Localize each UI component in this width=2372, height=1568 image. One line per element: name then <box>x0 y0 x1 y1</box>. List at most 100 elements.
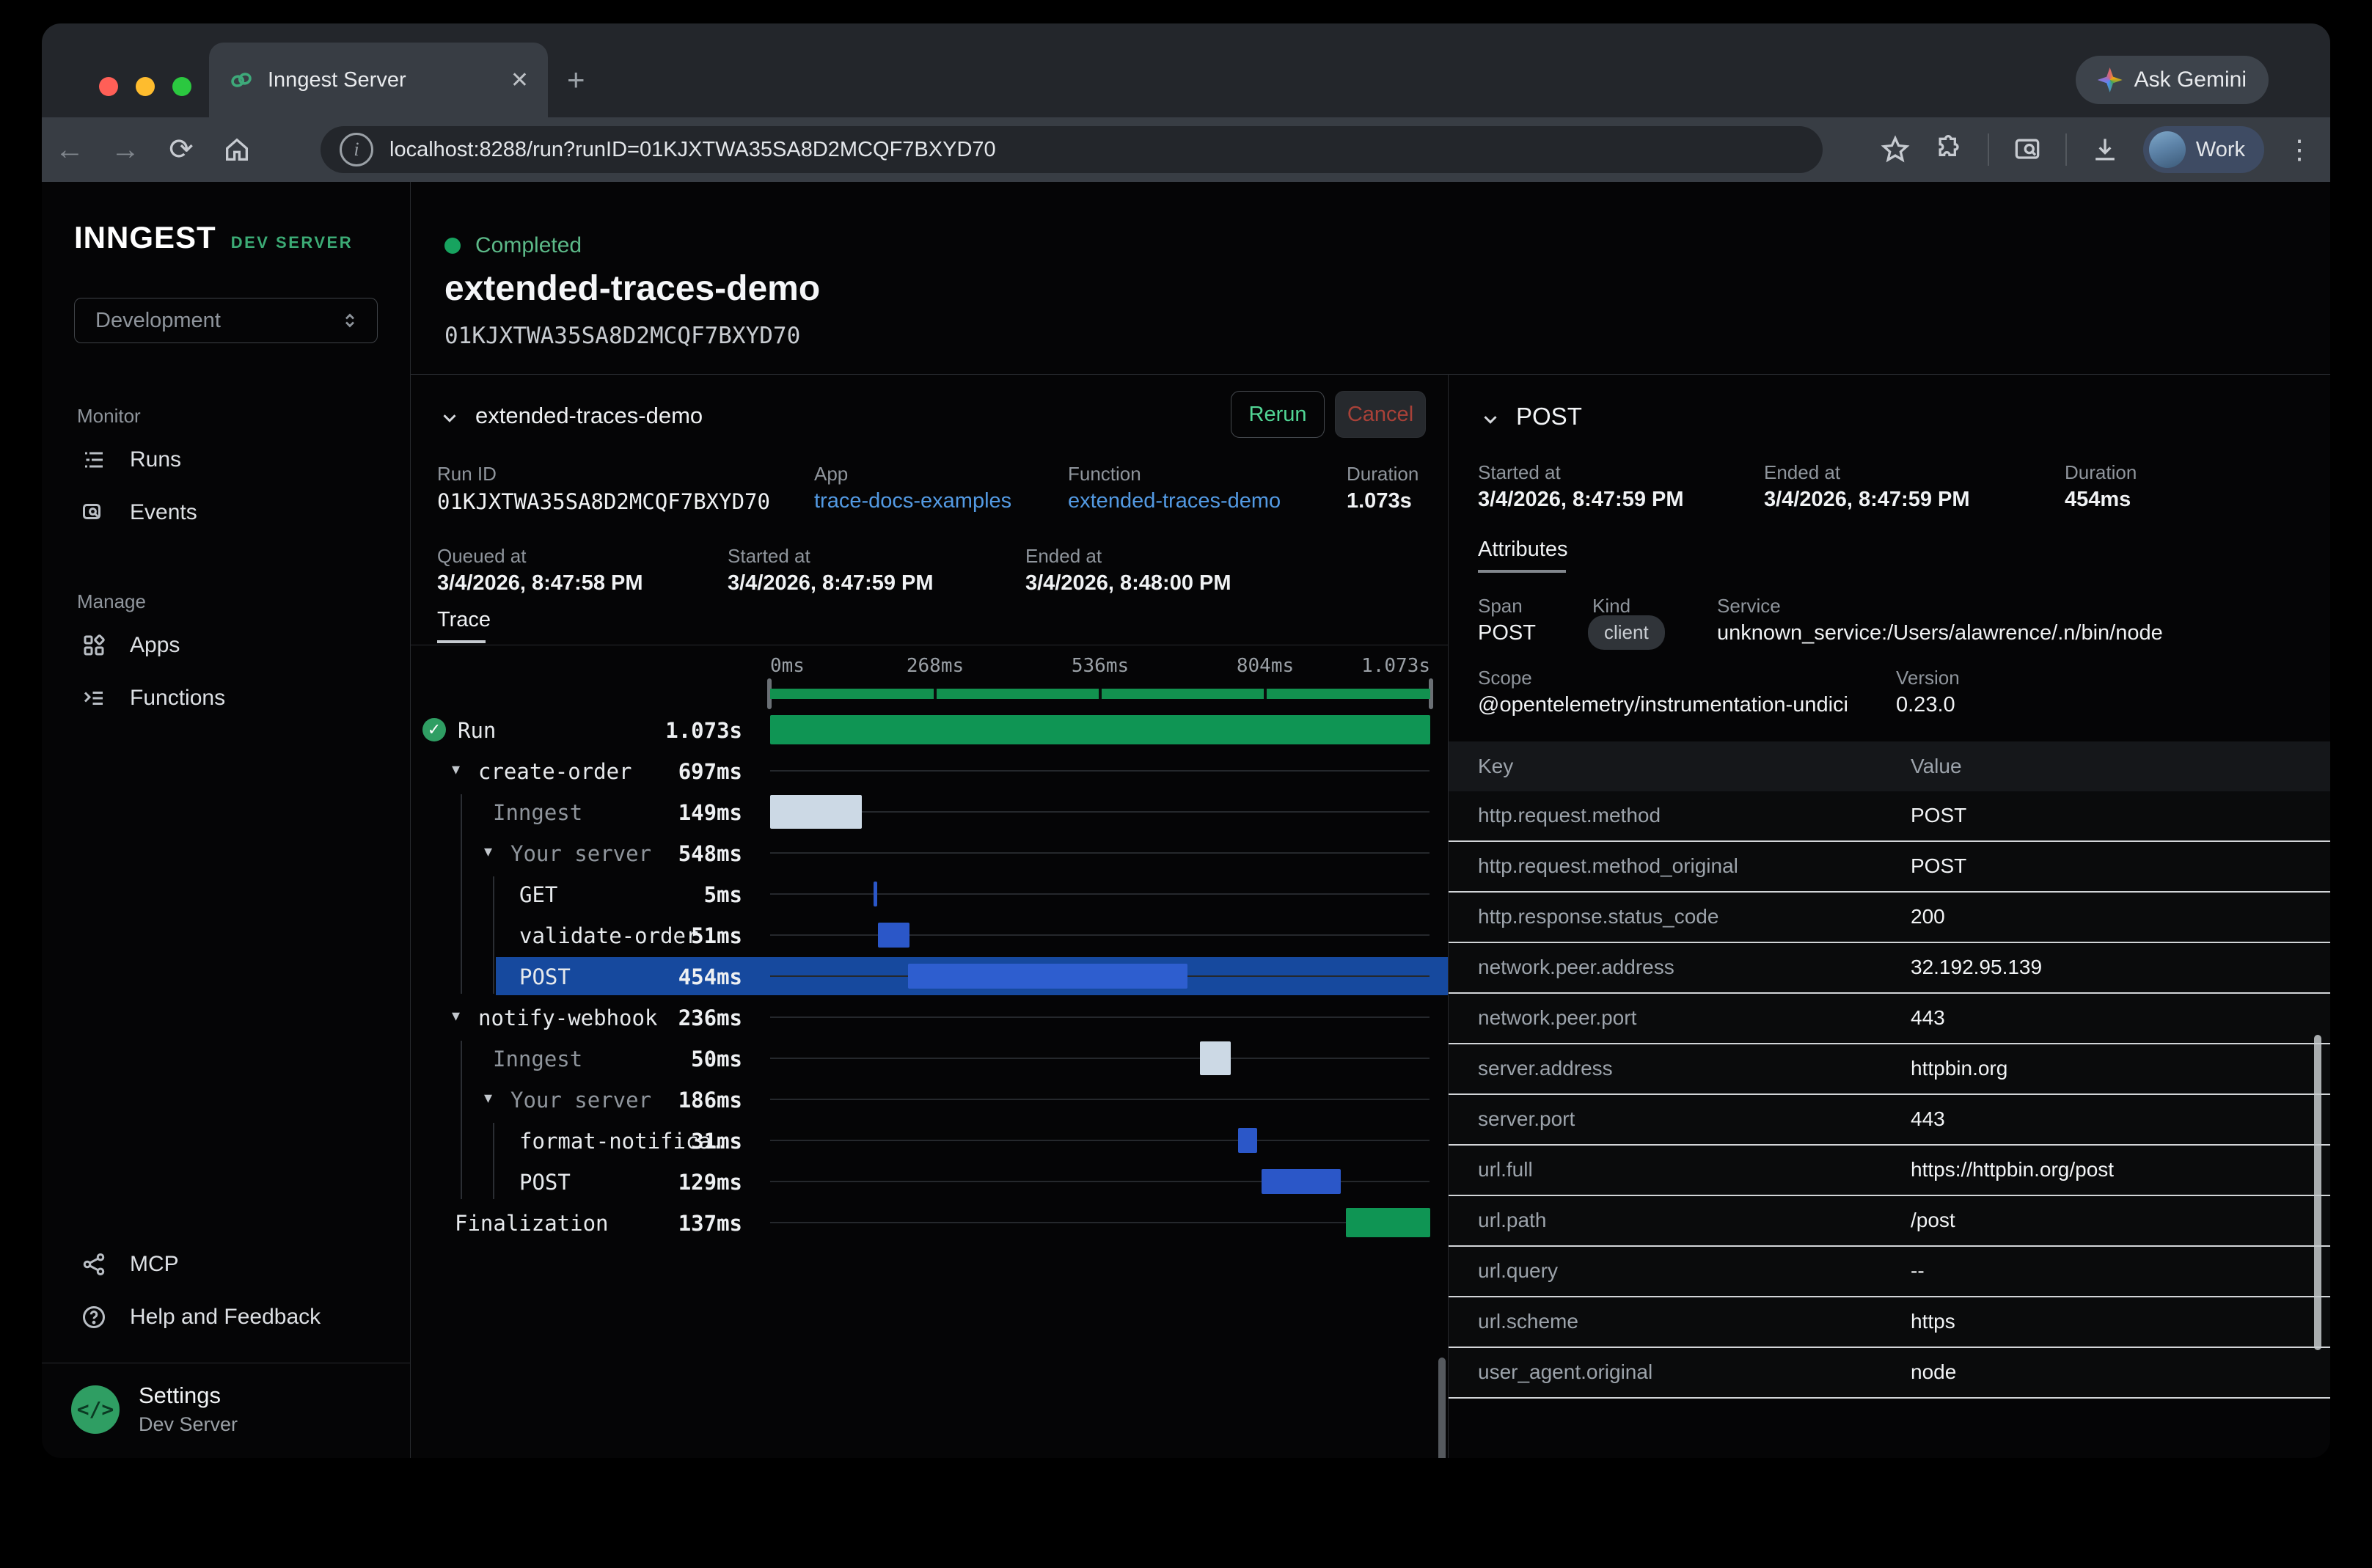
kind-label: Kind <box>1592 595 1630 618</box>
sidebar-item-functions[interactable]: Functions <box>42 672 410 725</box>
trace-row-notify-webhook[interactable]: ▾notify-webhook236ms <box>411 997 1448 1038</box>
close-window-button[interactable] <box>99 77 118 96</box>
attribute-row-network-peer-address[interactable]: network.peer.address32.192.95.139 <box>1449 943 2330 994</box>
span-bar[interactable] <box>908 964 1187 989</box>
function-link[interactable]: extended-traces-demo <box>1068 489 1281 513</box>
tab-attributes-underline <box>1478 570 1566 573</box>
minimap-tick <box>1099 689 1102 699</box>
search-tabs-icon[interactable] <box>2011 133 2043 166</box>
browser-menu-icon[interactable]: ⋮ <box>2286 134 2313 165</box>
url-text[interactable]: localhost:8288/run?runID=01KJXTWA35SA8D2… <box>389 138 996 162</box>
span-bar[interactable] <box>1346 1208 1430 1237</box>
attribute-row-server-address[interactable]: server.addresshttpbin.org <box>1449 1044 2330 1095</box>
sidebar-item-apps[interactable]: Apps <box>42 619 410 672</box>
home-button[interactable] <box>209 135 265 164</box>
attribute-key: http.response.status_code <box>1478 905 1718 928</box>
attribute-row-http-response-status-code[interactable]: http.response.status_code200 <box>1449 893 2330 943</box>
browser-tab[interactable]: Inngest Server ✕ <box>209 43 548 117</box>
trace-row-run[interactable]: ✓Run1.073s <box>411 709 1448 750</box>
attribute-row-url-path[interactable]: url.path/post <box>1449 1196 2330 1247</box>
sidebar-item-runs[interactable]: Runs <box>42 433 410 486</box>
span-bar[interactable] <box>770 795 862 829</box>
timeline-tick: 804ms <box>1207 655 1324 677</box>
attribute-row-http-request-method-original[interactable]: http.request.method_originalPOST <box>1449 842 2330 893</box>
span-bar[interactable] <box>1238 1128 1257 1153</box>
sidebar-item-settings[interactable]: </> Settings Dev Server <box>42 1363 410 1458</box>
minimize-window-button[interactable] <box>136 77 155 96</box>
trace-row-inngest[interactable]: Inngest149ms <box>411 791 1448 832</box>
duration-label: Duration <box>1347 463 1419 486</box>
sidebar-item-mcp[interactable]: MCP <box>42 1238 410 1291</box>
tab-close-icon[interactable]: ✕ <box>510 67 529 93</box>
back-button[interactable]: ← <box>42 133 98 166</box>
attribute-row-network-peer-port[interactable]: network.peer.port443 <box>1449 994 2330 1044</box>
trace-row-inngest[interactable]: Inngest50ms <box>411 1038 1448 1079</box>
span-label: Span <box>1478 595 1523 618</box>
trace-row-create-order[interactable]: ▾create-order697ms <box>411 750 1448 791</box>
span-started-value: 3/4/2026, 8:47:59 PM <box>1478 488 1684 512</box>
span-duration: 137ms <box>411 1211 742 1236</box>
reload-button[interactable]: ⟳ <box>153 133 209 166</box>
value-header: Value <box>1911 755 1962 778</box>
span-bar[interactable] <box>878 923 909 948</box>
trace-row-post[interactable]: POST454ms <box>411 956 1448 997</box>
span-collapse-chevron-icon[interactable] <box>1479 409 1501 431</box>
downloads-icon[interactable] <box>2089 133 2121 166</box>
dev-server-badge: DEV SERVER <box>231 233 353 252</box>
attributes-scrollbar-thumb[interactable] <box>2314 1035 2321 1350</box>
trace-row-post[interactable]: POST129ms <box>411 1161 1448 1202</box>
site-info-icon[interactable]: i <box>340 133 373 166</box>
timeline-tick: 536ms <box>1042 655 1159 677</box>
tab-trace-underline <box>437 640 486 643</box>
apps-icon <box>80 632 108 659</box>
span-bar[interactable] <box>1262 1169 1341 1194</box>
maximize-window-button[interactable] <box>172 77 191 96</box>
tab-attributes[interactable]: Attributes <box>1478 538 1568 562</box>
sidebar-item-help[interactable]: Help and Feedback <box>42 1291 410 1344</box>
attribute-row-server-port[interactable]: server.port443 <box>1449 1095 2330 1146</box>
code-icon: </> <box>71 1385 120 1434</box>
timeline-tick: 268ms <box>876 655 994 677</box>
app-link[interactable]: trace-docs-examples <box>814 489 1011 513</box>
trace-row-get[interactable]: GET5ms <box>411 873 1448 915</box>
attribute-row-url-scheme[interactable]: url.schemehttps <box>1449 1297 2330 1348</box>
attribute-row-http-request-method[interactable]: http.request.methodPOST <box>1449 791 2330 842</box>
trace-row-finalization[interactable]: Finalization137ms <box>411 1202 1448 1243</box>
profile-chip[interactable]: Work <box>2143 126 2264 173</box>
tab-trace[interactable]: Trace <box>437 608 491 632</box>
address-bar[interactable]: i localhost:8288/run?runID=01KJXTWA35SA8… <box>321 126 1823 173</box>
attribute-row-user-agent-original[interactable]: user_agent.originalnode <box>1449 1348 2330 1399</box>
trace-row-your-server[interactable]: ▾Your server548ms <box>411 832 1448 873</box>
extensions-icon[interactable] <box>1933 133 1966 166</box>
window-controls[interactable] <box>99 77 191 96</box>
span-bar[interactable] <box>770 715 1430 744</box>
environment-selector[interactable]: Development <box>74 298 378 343</box>
ask-gemini-button[interactable]: Ask Gemini <box>2076 56 2269 104</box>
trace-row-validate-order[interactable]: validate-order51ms <box>411 915 1448 956</box>
forward-button[interactable]: → <box>98 133 153 166</box>
row-gridline <box>770 1140 1430 1141</box>
attribute-value: node <box>1911 1360 1956 1384</box>
attribute-row-url-query[interactable]: url.query-- <box>1449 1247 2330 1297</box>
span-bar[interactable] <box>1200 1041 1231 1075</box>
cancel-button[interactable]: Cancel <box>1335 391 1426 438</box>
service-value: unknown_service:/Users/alawrence/.n/bin/… <box>1717 621 2163 645</box>
attribute-value: POST <box>1911 804 1966 827</box>
new-tab-button[interactable]: + <box>567 65 585 95</box>
rerun-button[interactable]: Rerun <box>1231 391 1325 438</box>
trace-row-format-notifica-[interactable]: format-notifica…31ms <box>411 1120 1448 1161</box>
span-bar[interactable] <box>874 882 877 906</box>
attribute-value: httpbin.org <box>1911 1057 2007 1080</box>
trace-row-your-server[interactable]: ▾Your server186ms <box>411 1079 1448 1120</box>
sidebar-item-events[interactable]: Events <box>42 486 410 539</box>
attribute-row-url-full[interactable]: url.fullhttps://httpbin.org/post <box>1449 1146 2330 1196</box>
attribute-value: 443 <box>1911 1006 1945 1030</box>
collapse-chevron-icon[interactable] <box>439 407 461 429</box>
row-gridline <box>770 1222 1430 1223</box>
attribute-key: url.query <box>1478 1259 1558 1283</box>
trace-scrollbar-thumb[interactable] <box>1438 1358 1446 1458</box>
span-duration-value: 454ms <box>2065 488 2131 512</box>
attribute-value: 32.192.95.139 <box>1911 956 2042 979</box>
bookmark-star-icon[interactable] <box>1879 133 1911 166</box>
span-value: POST <box>1478 621 1536 645</box>
